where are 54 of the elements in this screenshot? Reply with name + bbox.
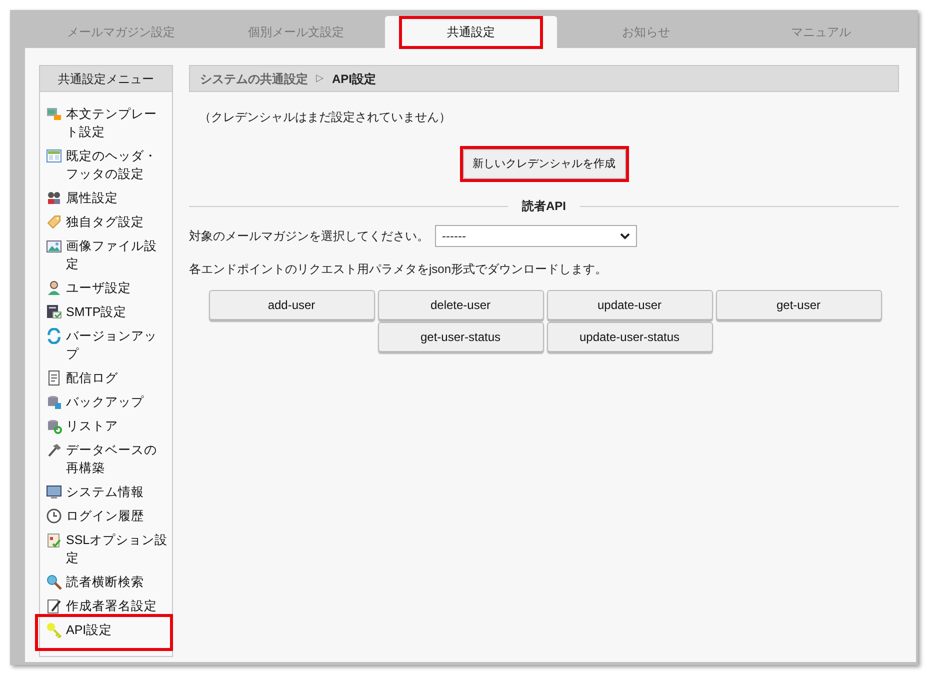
key-icon bbox=[46, 622, 62, 638]
select-label: 対象のメールマガジンを選択してください。 bbox=[189, 228, 429, 245]
endpoint-button[interactable]: update-user-status bbox=[546, 322, 712, 352]
sidebar-item[interactable]: 独自タグ設定 bbox=[66, 213, 144, 231]
sidebar-item[interactable]: 作成者署名設定 bbox=[66, 597, 157, 615]
sidebar-item[interactable]: システム情報 bbox=[66, 483, 144, 501]
sidebar-item[interactable]: 既定のヘッダ・フッタの設定 bbox=[66, 147, 168, 183]
description-text: 各エンドポイントのリクエスト用パラメタをjson形式でダウンロードします。 bbox=[189, 261, 608, 278]
section-title: 読者API bbox=[522, 198, 566, 215]
layout-icon bbox=[46, 148, 62, 164]
tab[interactable]: 共通設定 bbox=[385, 16, 557, 48]
sidebar-item[interactable]: 画像ファイル設定 bbox=[66, 237, 168, 273]
tag-icon bbox=[46, 214, 62, 230]
sidebar-item[interactable]: SSLオプション設定 bbox=[66, 531, 168, 567]
sidebar-item[interactable]: リストア bbox=[66, 417, 118, 435]
user-icon bbox=[46, 280, 62, 296]
breadcrumb-separator: ▷ bbox=[316, 72, 324, 86]
document-icon bbox=[46, 370, 62, 386]
magazine-select[interactable]: ------ bbox=[435, 225, 637, 247]
image-icon bbox=[46, 238, 62, 254]
sidebar-item[interactable]: 読者横断検索 bbox=[66, 573, 144, 591]
sidebar-item[interactable]: SMTP設定 bbox=[66, 303, 127, 321]
sidebar-item[interactable]: バージョンアップ bbox=[66, 327, 168, 363]
sidebar-item[interactable]: 属性設定 bbox=[66, 189, 118, 207]
endpoint-button[interactable]: get-user-status bbox=[378, 322, 544, 352]
clock-icon bbox=[46, 508, 62, 524]
notice-text: （クレデンシャルはまだ設定されていません） bbox=[199, 109, 452, 126]
refresh-icon bbox=[46, 328, 62, 344]
database-icon bbox=[46, 418, 62, 434]
chevron-down-icon bbox=[620, 232, 630, 240]
sidebar-item[interactable]: ログイン履歴 bbox=[66, 507, 144, 525]
endpoint-button[interactable]: update-user bbox=[546, 290, 712, 320]
breadcrumb-link[interactable]: システムの共通設定 bbox=[200, 70, 308, 88]
hammer-icon bbox=[46, 442, 62, 458]
endpoint-button[interactable]: delete-user bbox=[378, 290, 544, 320]
people-icon bbox=[46, 190, 62, 206]
sidebar-item[interactable]: 配信ログ bbox=[66, 369, 118, 387]
server-check-icon bbox=[46, 304, 62, 320]
endpoint-button[interactable]: get-user bbox=[716, 290, 882, 320]
endpoint-button[interactable]: add-user bbox=[208, 290, 374, 320]
database-icon bbox=[46, 394, 62, 410]
sidebar-item[interactable]: バックアップ bbox=[66, 393, 144, 411]
sidebar-header: 共通設定メニュー bbox=[39, 65, 173, 92]
certificate-icon bbox=[46, 532, 62, 548]
sidebar-item[interactable]: データベースの再構築 bbox=[66, 441, 168, 477]
document-picture-icon bbox=[46, 106, 62, 122]
breadcrumb-current: API設定 bbox=[332, 70, 376, 88]
sidebar-item[interactable]: API設定 bbox=[66, 621, 112, 639]
create-credential-button[interactable]: 新しいクレデンシャルを作成 bbox=[462, 149, 626, 179]
pen-icon bbox=[46, 598, 62, 614]
sidebar-item[interactable]: ユーザ設定 bbox=[66, 279, 131, 297]
search-icon bbox=[46, 574, 62, 590]
monitor-icon bbox=[46, 484, 62, 500]
sidebar-item[interactable]: 本文テンプレート設定 bbox=[66, 105, 168, 141]
